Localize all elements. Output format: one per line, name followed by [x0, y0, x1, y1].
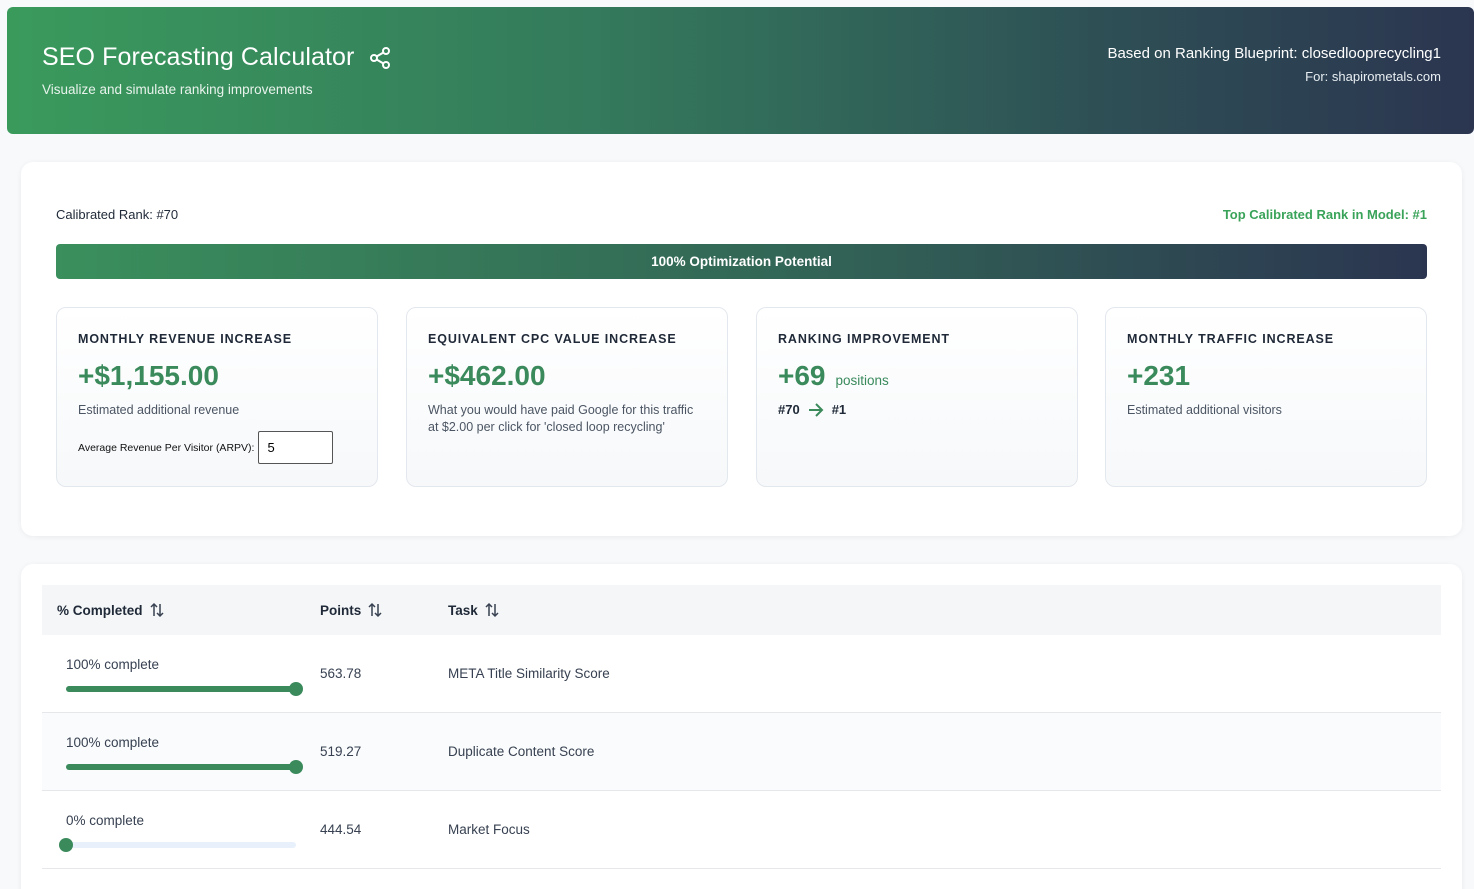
page-header: SEO Forecasting Calculator Visualize and…: [7, 7, 1474, 134]
cpc-value: +$462.00: [428, 360, 546, 391]
revenue-card: MONTHLY REVENUE INCREASE +$1,155.00 Esti…: [56, 307, 378, 487]
cpc-card: EQUIVALENT CPC VALUE INCREASE +$462.00 W…: [406, 307, 728, 487]
column-header-task[interactable]: Task: [448, 602, 500, 618]
traffic-value: +231: [1127, 360, 1191, 391]
page-subtitle: Visualize and simulate ranking improveme…: [42, 82, 313, 97]
slider-thumb[interactable]: [59, 837, 73, 852]
rank-to: #1: [831, 402, 847, 417]
share-icon[interactable]: [368, 46, 392, 70]
rank-row: Calibrated Rank: #70 Top Calibrated Rank…: [56, 207, 1427, 222]
table-header: % Completed Points Task: [42, 585, 1441, 635]
sort-arrows-icon[interactable]: [484, 602, 500, 618]
summary-card: Calibrated Rank: #70 Top Calibrated Rank…: [21, 162, 1462, 536]
slider-thumb[interactable]: [289, 681, 303, 696]
table-row: 100% complete 519.27 Duplicate Content S…: [42, 713, 1441, 791]
points-cell: 444.54: [320, 822, 362, 837]
column-header-completed[interactable]: % Completed: [42, 602, 320, 618]
slider-thumb[interactable]: [289, 759, 303, 774]
progress-fill: [66, 685, 296, 692]
page-title: SEO Forecasting Calculator: [42, 43, 355, 71]
sort-arrows-icon[interactable]: [367, 602, 383, 618]
points-cell: 519.27: [320, 744, 362, 759]
task-cell: META Title Similarity Score: [448, 666, 610, 681]
progress-cell: 0% complete: [42, 791, 320, 869]
blueprint-domain: For: shapirometals.com: [1305, 69, 1441, 84]
ranking-card: RANKING IMPROVEMENT +69 positions #70 #1: [756, 307, 1078, 487]
optimization-potential-bar: 100% Optimization Potential: [56, 244, 1427, 279]
top-calibrated-rank: Top Calibrated Rank in Model: #1: [1222, 207, 1427, 222]
table-row: 100% complete 563.78 META Title Similari…: [42, 635, 1441, 713]
points-cell: 563.78: [320, 666, 362, 681]
calibrated-rank: Calibrated Rank: #70: [56, 207, 179, 222]
task-cell: Duplicate Content Score: [448, 744, 595, 759]
revenue-desc: Estimated additional revenue: [78, 403, 240, 417]
progress-slider[interactable]: [66, 759, 303, 774]
rank-change: #70 #1: [778, 402, 1056, 417]
progress-fill: [66, 763, 296, 770]
ranking-unit: positions: [835, 373, 889, 388]
traffic-desc: Estimated additional visitors: [1127, 403, 1282, 417]
blueprint-name: Based on Ranking Blueprint: closedloopre…: [1107, 45, 1441, 62]
progress-cell: 100% complete: [42, 713, 320, 791]
traffic-label: MONTHLY TRAFFIC INCREASE: [1127, 332, 1335, 346]
ranking-value-row: +69 positions: [778, 360, 1056, 392]
arrow-right-icon: [808, 402, 824, 417]
progress-label: 100% complete: [66, 656, 160, 672]
cpc-desc: What you would have paid Google for this…: [428, 403, 694, 434]
progress-label: 0% complete: [66, 812, 145, 828]
tasks-table: % Completed Points Task 100% complete 56…: [21, 564, 1462, 889]
arpv-row: Average Revenue Per Visitor (ARPV):: [78, 431, 356, 464]
column-header-label: Task: [448, 602, 478, 618]
progress-slider[interactable]: [59, 837, 296, 852]
column-header-label: % Completed: [57, 602, 143, 618]
sort-arrows-icon[interactable]: [149, 602, 165, 618]
column-header-label: Points: [320, 602, 362, 618]
blueprint-info: Based on Ranking Blueprint: closedloopre…: [1107, 45, 1441, 84]
progress-cell: 100% complete: [42, 635, 320, 713]
column-header-points[interactable]: Points: [320, 602, 448, 618]
traffic-card: MONTHLY TRAFFIC INCREASE +231 Estimated …: [1105, 307, 1427, 487]
progress-slider[interactable]: [66, 681, 303, 696]
rank-from: #70: [778, 402, 800, 417]
ranking-value: +69: [778, 360, 826, 391]
ranking-label: RANKING IMPROVEMENT: [778, 332, 950, 346]
arpv-label: Average Revenue Per Visitor (ARPV):: [78, 441, 255, 454]
page-title-row: SEO Forecasting Calculator: [42, 43, 392, 72]
progress-label: 100% complete: [66, 734, 160, 750]
revenue-value: +$1,155.00: [78, 360, 219, 391]
cpc-label: EQUIVALENT CPC VALUE INCREASE: [428, 332, 677, 346]
task-cell: Market Focus: [448, 822, 530, 837]
revenue-label: MONTHLY REVENUE INCREASE: [78, 332, 292, 346]
table-row: 0% complete 444.54 Market Focus: [42, 791, 1441, 869]
arpv-input[interactable]: [258, 431, 334, 464]
